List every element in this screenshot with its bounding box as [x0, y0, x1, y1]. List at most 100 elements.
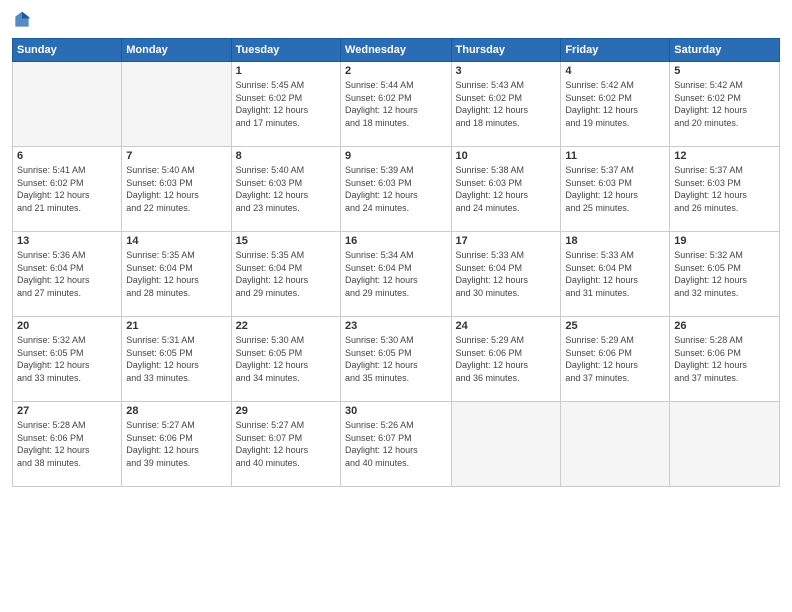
day-number: 19 — [674, 235, 775, 247]
sunset-label: Sunset: 6:07 PM — [345, 433, 412, 443]
week-row-4: 20 Sunrise: 5:32 AM Sunset: 6:05 PM Dayl… — [13, 317, 780, 402]
daylight-minutes: and 33 minutes. — [17, 373, 81, 383]
daylight-label: Daylight: 12 hours — [674, 190, 747, 200]
day-number: 30 — [345, 405, 446, 417]
calendar-cell: 6 Sunrise: 5:41 AM Sunset: 6:02 PM Dayli… — [13, 147, 122, 232]
daylight-label: Daylight: 12 hours — [17, 190, 90, 200]
sunrise-label: Sunrise: 5:33 AM — [565, 250, 634, 260]
day-info: Sunrise: 5:30 AM Sunset: 6:05 PM Dayligh… — [345, 334, 446, 384]
calendar-cell: 13 Sunrise: 5:36 AM Sunset: 6:04 PM Dayl… — [13, 232, 122, 317]
sunset-label: Sunset: 6:04 PM — [236, 263, 303, 273]
sunset-label: Sunset: 6:05 PM — [126, 348, 193, 358]
sunset-label: Sunset: 6:02 PM — [456, 93, 523, 103]
daylight-minutes: and 34 minutes. — [236, 373, 300, 383]
daylight-label: Daylight: 12 hours — [236, 190, 309, 200]
daylight-label: Daylight: 12 hours — [17, 275, 90, 285]
sunset-label: Sunset: 6:02 PM — [345, 93, 412, 103]
day-info: Sunrise: 5:30 AM Sunset: 6:05 PM Dayligh… — [236, 334, 336, 384]
calendar-cell — [670, 402, 780, 487]
daylight-minutes: and 21 minutes. — [17, 203, 81, 213]
daylight-minutes: and 27 minutes. — [17, 288, 81, 298]
daylight-label: Daylight: 12 hours — [236, 275, 309, 285]
logo — [12, 10, 34, 30]
day-number: 16 — [345, 235, 446, 247]
daylight-minutes: and 37 minutes. — [674, 373, 738, 383]
day-number: 17 — [456, 235, 557, 247]
calendar-cell: 7 Sunrise: 5:40 AM Sunset: 6:03 PM Dayli… — [122, 147, 231, 232]
calendar-cell: 30 Sunrise: 5:26 AM Sunset: 6:07 PM Dayl… — [341, 402, 451, 487]
daylight-minutes: and 18 minutes. — [456, 118, 520, 128]
sunset-label: Sunset: 6:02 PM — [674, 93, 741, 103]
week-row-5: 27 Sunrise: 5:28 AM Sunset: 6:06 PM Dayl… — [13, 402, 780, 487]
daylight-minutes: and 26 minutes. — [674, 203, 738, 213]
daylight-label: Daylight: 12 hours — [674, 105, 747, 115]
calendar-cell: 14 Sunrise: 5:35 AM Sunset: 6:04 PM Dayl… — [122, 232, 231, 317]
sunset-label: Sunset: 6:04 PM — [565, 263, 632, 273]
daylight-label: Daylight: 12 hours — [126, 190, 199, 200]
calendar-cell: 28 Sunrise: 5:27 AM Sunset: 6:06 PM Dayl… — [122, 402, 231, 487]
sunrise-label: Sunrise: 5:32 AM — [17, 335, 86, 345]
day-info: Sunrise: 5:37 AM Sunset: 6:03 PM Dayligh… — [674, 164, 775, 214]
calendar-cell: 9 Sunrise: 5:39 AM Sunset: 6:03 PM Dayli… — [341, 147, 451, 232]
daylight-minutes: and 39 minutes. — [126, 458, 190, 468]
calendar-cell: 24 Sunrise: 5:29 AM Sunset: 6:06 PM Dayl… — [451, 317, 561, 402]
calendar-table: SundayMondayTuesdayWednesdayThursdayFrid… — [12, 38, 780, 487]
sunrise-label: Sunrise: 5:42 AM — [674, 80, 743, 90]
daylight-label: Daylight: 12 hours — [345, 445, 418, 455]
day-info: Sunrise: 5:27 AM Sunset: 6:07 PM Dayligh… — [236, 419, 336, 469]
day-info: Sunrise: 5:28 AM Sunset: 6:06 PM Dayligh… — [674, 334, 775, 384]
sunrise-label: Sunrise: 5:27 AM — [126, 420, 195, 430]
day-info: Sunrise: 5:32 AM Sunset: 6:05 PM Dayligh… — [17, 334, 117, 384]
day-number: 15 — [236, 235, 336, 247]
calendar-cell: 29 Sunrise: 5:27 AM Sunset: 6:07 PM Dayl… — [231, 402, 340, 487]
sunrise-label: Sunrise: 5:29 AM — [565, 335, 634, 345]
daylight-minutes: and 24 minutes. — [456, 203, 520, 213]
day-header-sunday: Sunday — [13, 39, 122, 62]
day-info: Sunrise: 5:44 AM Sunset: 6:02 PM Dayligh… — [345, 79, 446, 129]
daylight-minutes: and 38 minutes. — [17, 458, 81, 468]
daylight-minutes: and 29 minutes. — [236, 288, 300, 298]
day-info: Sunrise: 5:41 AM Sunset: 6:02 PM Dayligh… — [17, 164, 117, 214]
calendar-cell — [451, 402, 561, 487]
day-number: 14 — [126, 235, 226, 247]
sunset-label: Sunset: 6:06 PM — [456, 348, 523, 358]
calendar-cell: 27 Sunrise: 5:28 AM Sunset: 6:06 PM Dayl… — [13, 402, 122, 487]
sunset-label: Sunset: 6:06 PM — [674, 348, 741, 358]
sunrise-label: Sunrise: 5:40 AM — [236, 165, 305, 175]
sunset-label: Sunset: 6:04 PM — [345, 263, 412, 273]
calendar-cell: 20 Sunrise: 5:32 AM Sunset: 6:05 PM Dayl… — [13, 317, 122, 402]
day-info: Sunrise: 5:35 AM Sunset: 6:04 PM Dayligh… — [236, 249, 336, 299]
daylight-minutes: and 36 minutes. — [456, 373, 520, 383]
sunrise-label: Sunrise: 5:28 AM — [674, 335, 743, 345]
sunset-label: Sunset: 6:07 PM — [236, 433, 303, 443]
header — [12, 10, 780, 30]
sunrise-label: Sunrise: 5:42 AM — [565, 80, 634, 90]
sunset-label: Sunset: 6:02 PM — [17, 178, 84, 188]
calendar-cell: 21 Sunrise: 5:31 AM Sunset: 6:05 PM Dayl… — [122, 317, 231, 402]
day-number: 4 — [565, 65, 665, 77]
calendar-cell: 5 Sunrise: 5:42 AM Sunset: 6:02 PM Dayli… — [670, 62, 780, 147]
daylight-minutes: and 20 minutes. — [674, 118, 738, 128]
daylight-label: Daylight: 12 hours — [126, 360, 199, 370]
daylight-label: Daylight: 12 hours — [456, 275, 529, 285]
day-number: 3 — [456, 65, 557, 77]
day-number: 28 — [126, 405, 226, 417]
calendar-cell: 18 Sunrise: 5:33 AM Sunset: 6:04 PM Dayl… — [561, 232, 670, 317]
sunrise-label: Sunrise: 5:39 AM — [345, 165, 414, 175]
day-number: 2 — [345, 65, 446, 77]
day-info: Sunrise: 5:27 AM Sunset: 6:06 PM Dayligh… — [126, 419, 226, 469]
calendar-cell: 4 Sunrise: 5:42 AM Sunset: 6:02 PM Dayli… — [561, 62, 670, 147]
day-number: 22 — [236, 320, 336, 332]
week-row-1: 1 Sunrise: 5:45 AM Sunset: 6:02 PM Dayli… — [13, 62, 780, 147]
calendar-cell: 23 Sunrise: 5:30 AM Sunset: 6:05 PM Dayl… — [341, 317, 451, 402]
sunset-label: Sunset: 6:06 PM — [126, 433, 193, 443]
daylight-minutes: and 24 minutes. — [345, 203, 409, 213]
daylight-label: Daylight: 12 hours — [236, 105, 309, 115]
day-number: 8 — [236, 150, 336, 162]
daylight-label: Daylight: 12 hours — [674, 360, 747, 370]
sunrise-label: Sunrise: 5:40 AM — [126, 165, 195, 175]
calendar-cell — [122, 62, 231, 147]
sunrise-label: Sunrise: 5:37 AM — [674, 165, 743, 175]
day-header-monday: Monday — [122, 39, 231, 62]
day-number: 10 — [456, 150, 557, 162]
